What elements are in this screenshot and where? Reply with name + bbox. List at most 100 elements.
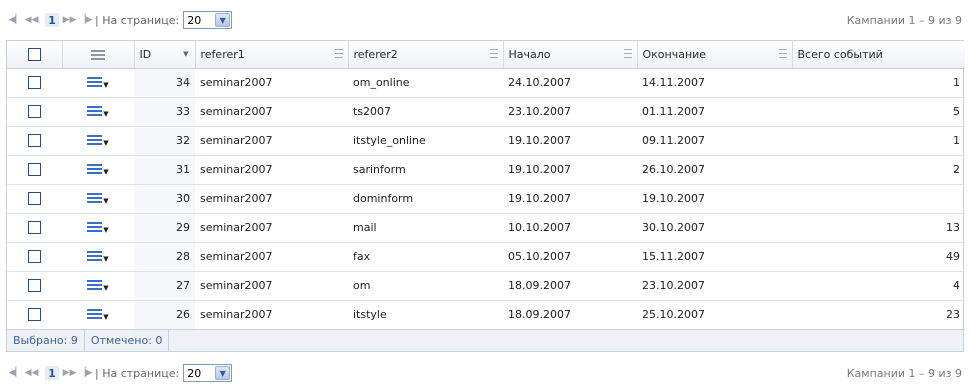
menu-lines-icon <box>91 49 105 61</box>
per-page-value: 20 <box>187 13 202 27</box>
row-checkbox-cell <box>7 68 62 98</box>
row-menu-icon[interactable]: ▼ <box>87 250 109 263</box>
row-checkbox[interactable] <box>28 105 41 119</box>
campaigns-grid: ID ▼ referer1 referer2 Начало Окончание <box>6 40 965 352</box>
next-page-icon[interactable]: ▶▶ <box>63 367 77 380</box>
cell-referer2: ts2007 <box>348 97 503 127</box>
column-menu-icon[interactable] <box>489 49 498 58</box>
row-checkbox[interactable] <box>28 163 41 177</box>
column-header-end[interactable]: Окончание <box>637 41 793 69</box>
row-checkbox[interactable] <box>28 308 41 322</box>
cell-start: 19.10.2007 <box>503 184 637 214</box>
cell-referer2: itstyle <box>348 300 503 330</box>
row-checkbox[interactable] <box>28 134 41 148</box>
cell-total: 1 <box>792 126 965 156</box>
table-row[interactable]: ▼ 30 seminar2007 dominform 19.10.2007 19.10.2… <box>7 184 965 214</box>
row-menu-icon[interactable]: ▼ <box>87 192 109 205</box>
row-checkbox[interactable] <box>28 250 41 264</box>
cell-id: 32 <box>134 126 195 156</box>
row-actions-cell: ▼ <box>62 126 134 156</box>
cell-referer1: seminar2007 <box>195 68 348 98</box>
row-menu-icon[interactable]: ▼ <box>87 163 109 176</box>
first-page-icon[interactable]: ◀▏ <box>9 14 23 27</box>
cell-referer2: om <box>348 271 503 301</box>
cell-referer2: fax <box>348 242 503 272</box>
per-page-label: | На странице: <box>95 13 180 27</box>
column-menu-icon[interactable] <box>778 49 787 58</box>
table-row[interactable]: ▼ 27 seminar2007 om 18.09.2007 23.10.2007 4 <box>7 271 965 301</box>
per-page-value: 20 <box>187 366 202 380</box>
row-checkbox-cell <box>7 213 62 243</box>
row-checkbox[interactable] <box>28 221 41 235</box>
table-row[interactable]: ▼ 26 seminar2007 itstyle 18.09.2007 25.10.200… <box>7 300 965 330</box>
first-page-icon[interactable]: ◀▏ <box>9 367 23 380</box>
cell-referer1: seminar2007 <box>195 213 348 243</box>
column-header-id[interactable]: ID ▼ <box>134 41 196 69</box>
per-page-select[interactable]: 20 ▼ <box>183 364 233 382</box>
cell-referer1: seminar2007 <box>195 126 348 156</box>
header-row: ID ▼ referer1 referer2 Начало Окончание <box>7 41 965 69</box>
cell-total: 23 <box>792 300 965 330</box>
per-page-select[interactable]: 20 ▼ <box>183 11 233 29</box>
select-all-checkbox[interactable] <box>27 48 41 61</box>
cell-id: 34 <box>134 68 195 98</box>
table-row[interactable]: ▼ 31 seminar2007 sarinform 19.10.2007 26.10.2… <box>7 155 965 185</box>
row-actions-cell: ▼ <box>62 242 134 272</box>
cell-referer1: seminar2007 <box>195 300 348 330</box>
row-menu-icon[interactable]: ▼ <box>87 134 109 147</box>
next-page-icon[interactable]: ▶▶ <box>63 14 77 27</box>
cell-referer1: seminar2007 <box>195 184 348 214</box>
prev-page-icon[interactable]: ◀◀ <box>25 14 39 27</box>
row-menu-icon[interactable]: ▼ <box>87 105 109 118</box>
row-menu-icon[interactable]: ▼ <box>87 221 109 234</box>
cell-referer2: dominform <box>348 184 503 214</box>
pager-summary: Кампании 1 – 9 из 9 <box>846 366 962 380</box>
row-checkbox-cell <box>7 242 62 272</box>
marked-count: Отмечено: 0 <box>85 329 170 351</box>
cell-referer1: seminar2007 <box>195 155 348 185</box>
row-menu-icon[interactable]: ▼ <box>87 308 109 321</box>
cell-end: 15.11.2007 <box>637 242 792 272</box>
column-menu-icon[interactable] <box>623 49 632 58</box>
chevron-down-icon[interactable]: ▼ <box>215 366 231 380</box>
pager-summary: Кампании 1 – 9 из 9 <box>846 13 962 27</box>
row-menu-icon[interactable]: ▼ <box>87 76 109 89</box>
row-actions-cell: ▼ <box>62 68 134 98</box>
table-row[interactable]: ▼ 32 seminar2007 itstyle_online 19.10.2007 09… <box>7 126 965 156</box>
current-page[interactable]: 1 <box>45 13 59 27</box>
cell-end: 26.10.2007 <box>637 155 792 185</box>
grid-footer: Выбрано: 9 Отмечено: 0 <box>7 329 963 351</box>
row-checkbox[interactable] <box>28 76 41 90</box>
cell-referer2: itstyle_online <box>348 126 503 156</box>
sort-desc-icon: ▼ <box>183 50 189 58</box>
column-header-start[interactable]: Начало <box>503 41 638 69</box>
prev-page-icon[interactable]: ◀◀ <box>25 367 39 380</box>
column-menu-icon[interactable] <box>334 49 343 58</box>
chevron-down-icon[interactable]: ▼ <box>215 13 231 27</box>
cell-total: 49 <box>792 242 965 272</box>
row-menu-icon[interactable]: ▼ <box>87 279 109 292</box>
column-header-referer2[interactable]: referer2 <box>348 41 504 69</box>
last-page-icon[interactable]: ▕▶ <box>79 14 93 27</box>
table-row[interactable]: ▼ 33 seminar2007 ts2007 23.10.2007 01.11.2007… <box>7 97 965 127</box>
column-header-referer1[interactable]: referer1 <box>195 41 349 69</box>
row-checkbox[interactable] <box>28 192 41 206</box>
row-checkbox-cell <box>7 126 62 156</box>
table-row[interactable]: ▼ 28 seminar2007 fax 05.10.2007 15.11.2007 49 <box>7 242 965 272</box>
cell-referer2: om_online <box>348 68 503 98</box>
column-header-total[interactable]: Всего событий <box>792 41 965 69</box>
cell-start: 19.10.2007 <box>503 155 637 185</box>
row-checkbox[interactable] <box>28 279 41 293</box>
last-page-icon[interactable]: ▕▶ <box>79 367 93 380</box>
cell-id: 33 <box>134 97 195 127</box>
table-row[interactable]: ▼ 34 seminar2007 om_online 24.10.2007 14.11.2… <box>7 68 965 98</box>
current-page[interactable]: 1 <box>45 366 59 380</box>
top-pager: ◀▏ ◀◀ 1 ▶▶ ▕▶ | На странице: 20 ▼ Кампан… <box>0 8 970 32</box>
cell-id: 26 <box>134 300 195 330</box>
row-actions-cell: ▼ <box>62 155 134 185</box>
table-row[interactable]: ▼ 29 seminar2007 mail 10.10.2007 30.10.2007 13 <box>7 213 965 243</box>
row-checkbox-cell <box>7 97 62 127</box>
cell-id: 28 <box>134 242 195 272</box>
cell-start: 23.10.2007 <box>503 97 637 127</box>
cell-id: 29 <box>134 213 195 243</box>
